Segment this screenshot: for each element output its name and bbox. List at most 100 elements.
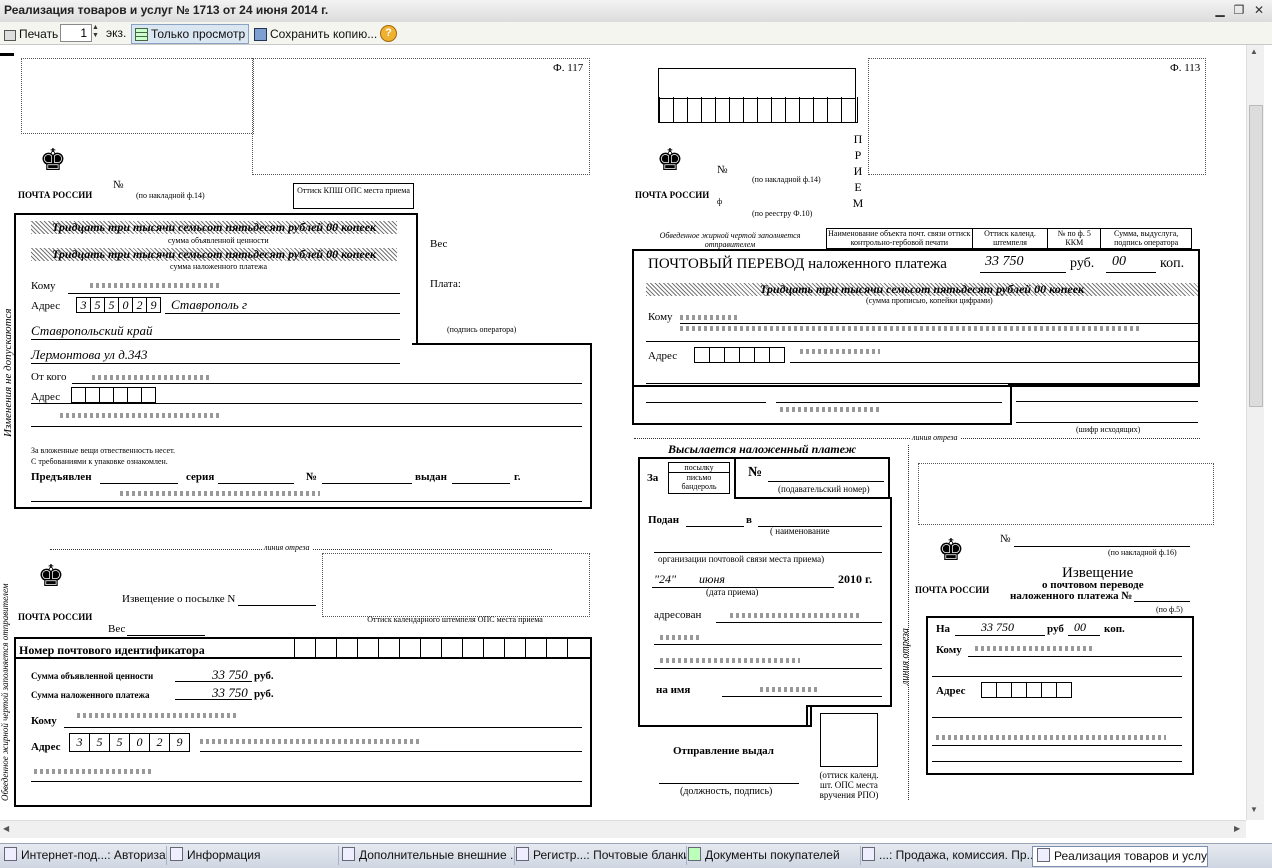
task-item[interactable]: Документы покупателей [684, 846, 861, 865]
cod-line2-redacted [660, 635, 700, 640]
window-title-bar: Реализация товаров и услуг № 1713 от 24 … [0, 0, 1272, 23]
cod-name-redacted [760, 687, 820, 692]
notice113-amount: 33 750 [981, 620, 1014, 634]
scroll-right-icon[interactable]: ▶ [1234, 824, 1240, 833]
f117-sum-cod: Тридцать три тысячи семьсот пятьдесят ру… [51, 247, 377, 261]
f117-issued-redacted [120, 491, 320, 496]
notice-address-redacted [200, 739, 420, 744]
notice-to-label: Кому [31, 715, 57, 727]
vertical-scrollbar[interactable]: ▲ ▼ [1246, 45, 1264, 820]
task-item[interactable]: Информация [166, 846, 339, 865]
notice-weight-line [127, 635, 205, 636]
notice-to-line [64, 727, 582, 728]
f117-from-street-redacted [60, 413, 220, 418]
eagle-emblem-icon: ♚ [37, 560, 65, 593]
cod-name-label: на имя [656, 684, 691, 696]
notice113-by-invoice: (по накладной ф.16) [1108, 548, 1177, 557]
f117-city-line [165, 313, 400, 314]
index-digit: 2 [149, 733, 170, 752]
task-item[interactable]: ...: Продажа, комиссия. Пр... [858, 846, 1035, 865]
cod-type-bundle: бандероль [681, 482, 717, 491]
horizontal-scrollbar[interactable]: ◀ ▶ [0, 820, 1246, 838]
task-label: Регистр...: Почтовые бланки [533, 848, 687, 862]
f117-issued-label: выдан [415, 471, 447, 483]
notice-address-line [200, 751, 582, 752]
scroll-up-icon[interactable]: ▲ [1250, 47, 1258, 56]
print-button[interactable]: Печать [0, 24, 62, 44]
notice-stamp-box [322, 553, 590, 617]
notice-street-line [31, 781, 582, 782]
info-icon [170, 847, 183, 861]
f117-stamp-box: Оттиск КПШ ОПС места приема [293, 183, 414, 209]
f117-index-cells: 355029 [76, 297, 161, 313]
scroll-down-icon[interactable]: ▼ [1250, 805, 1258, 814]
notice113-kop-label: коп. [1104, 623, 1125, 635]
index-digit: 5 [104, 297, 119, 313]
vertical-scroll-thumb[interactable] [1249, 105, 1263, 407]
f113-col-head: Оттиск календ. штемпеля [973, 229, 1049, 248]
priem-letter: И [853, 164, 863, 178]
eagle-emblem-icon: ♚ [39, 144, 67, 177]
copies-input[interactable]: 1 [60, 24, 92, 42]
help-icon[interactable]: ? [380, 25, 397, 42]
eagle-emblem-icon: ♚ [656, 144, 684, 177]
notice113-dotted-box [918, 463, 1214, 525]
document-icon [862, 847, 875, 861]
f117-presented-line [100, 483, 178, 484]
f117-logo: ПОЧТА РОССИИ [18, 190, 93, 200]
notice113-fo5: (по ф.5) [1156, 605, 1183, 614]
notice113-na: На [936, 623, 951, 635]
restore-icon[interactable]: ❐ [1231, 3, 1247, 18]
cod-position-sign: (должность, подпись) [680, 786, 773, 797]
f117-by-invoice: (по накладной ф.14) [136, 191, 205, 200]
f113-col-head: № по ф. 5 ККМ [1048, 229, 1102, 248]
f117-presented-label: Предъявлен [31, 471, 92, 483]
index-digit: 3 [69, 733, 90, 752]
cod-step-v [734, 457, 736, 497]
f117-from-label: От кого [31, 371, 67, 383]
scroll-left-icon[interactable]: ◀ [3, 824, 9, 833]
copies-stepper[interactable]: ▲ ▼ [90, 24, 101, 41]
minimize-icon[interactable]: ▁ [1212, 3, 1228, 18]
notice-declared-line [175, 681, 252, 682]
cod-submitted-line [686, 526, 744, 527]
f117-from-redacted [92, 375, 212, 380]
cod-line2 [654, 644, 882, 645]
save-copy-button[interactable]: Сохранить копию... [250, 24, 381, 44]
f113-to-redacted2 [680, 326, 1140, 331]
notice-cod-line [175, 699, 252, 700]
f113-bottom-line2 [776, 402, 1002, 403]
f117-fee-label: Плата: [430, 278, 461, 290]
table-icon [342, 847, 355, 861]
notice-declared-label: Сумма объявленной ценности [31, 671, 154, 681]
f113-bottom-line1 [646, 402, 766, 403]
cod-bottom-step-v [806, 705, 808, 727]
cod-line3 [654, 668, 882, 669]
notice113-cut-label: линия отреза [900, 628, 911, 685]
f117-operator-sign: (подпись оператора) [447, 325, 517, 334]
view-only-button[interactable]: Только просмотр [131, 24, 250, 44]
index-digit: 2 [132, 297, 147, 313]
f113-top-right-box [868, 58, 1206, 175]
notice113-to-line [968, 656, 1182, 657]
f113-col-head: Сумма, выдуслуга, подпись оператора [1114, 229, 1179, 247]
f113-priem: П Р И Е М [852, 131, 864, 211]
f113-cells [658, 97, 858, 123]
close-icon[interactable]: ✕ [1251, 3, 1267, 18]
notice-index-cells: 355029 [69, 733, 190, 752]
cod-issued-line [659, 783, 799, 784]
f113-amount-kop: 00 [1112, 254, 1126, 269]
task-item[interactable]: Дополнительные внешние ... [338, 846, 515, 865]
notice113-address-line3 [932, 761, 1182, 762]
table-icon [135, 28, 148, 41]
task-item-active[interactable]: Реализация товаров и услу... [1032, 846, 1208, 867]
task-item[interactable]: Интернет-под...: Авторизация [0, 846, 167, 865]
index-digit: 9 [146, 297, 161, 313]
priem-letter: Р [854, 148, 862, 162]
f117-issued-line [452, 483, 510, 484]
notice-declared-currency: руб. [254, 670, 274, 682]
task-item[interactable]: Регистр...: Почтовые бланки [512, 846, 687, 865]
cod-addressed: адресован [654, 609, 702, 621]
index-digit: 9 [169, 733, 190, 752]
notice-address-label: Адрес [31, 741, 61, 753]
